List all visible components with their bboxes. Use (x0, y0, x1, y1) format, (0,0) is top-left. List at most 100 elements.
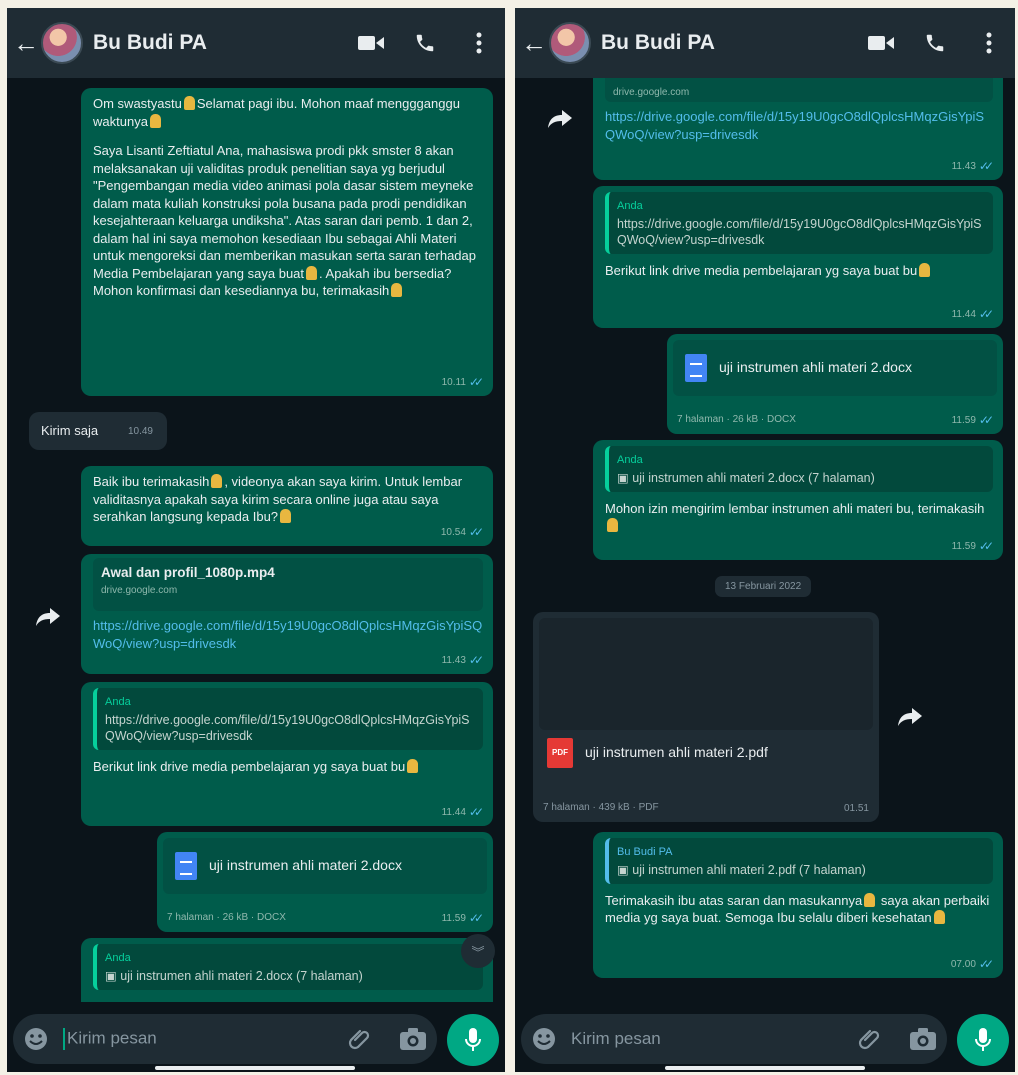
video-camera-icon[interactable] (351, 23, 391, 63)
message-text-part: Berikut link drive media pembelajaran yg… (93, 758, 406, 774)
document-message-bubble[interactable]: PDF uji instrumen ahli materi 2.pdf 7 ha… (533, 612, 879, 822)
time-text: 11.44 (951, 308, 976, 320)
pray-emoji-icon (149, 113, 161, 128)
link-message-bubble[interactable]: drive.google.com https://drive.google.co… (593, 78, 1003, 180)
more-vertical-icon[interactable] (459, 23, 499, 63)
document-attachment[interactable]: uji instrumen ahli materi 2.docx (163, 838, 487, 894)
right-screen: ← Bu Budi PA drive.google.com https://dr… (515, 8, 1015, 1072)
message-time: 10.49 (128, 423, 153, 441)
microphone-icon[interactable] (447, 1014, 499, 1066)
message-input-bar[interactable]: Kirim pesan (521, 1014, 947, 1064)
back-arrow-icon[interactable]: ← (9, 28, 43, 59)
message-time: 11.43 ✓✓ (441, 652, 484, 670)
quoted-sender: Anda (105, 696, 131, 708)
message-text-part: Baik ibu terimakasih (93, 474, 210, 489)
camera-icon[interactable] (399, 1027, 427, 1051)
link-preview[interactable]: drive.google.com (605, 78, 993, 102)
document-meta: 7 halaman · 439 kB · PDF (543, 801, 659, 813)
contact-name[interactable]: Bu Budi PA (601, 31, 861, 55)
read-ticks-icon: ✓✓ (468, 524, 484, 539)
date-separator: 13 Februari 2022 (715, 576, 812, 597)
forward-icon[interactable] (33, 602, 63, 632)
composer: Kirim pesan (7, 1002, 505, 1072)
contact-name[interactable]: Bu Budi PA (93, 31, 351, 55)
time-text: 11.43 (441, 654, 466, 666)
message-bubble[interactable]: Anda https://drive.google.com/file/d/15y… (81, 682, 493, 826)
document-message-bubble[interactable]: uji instrumen ahli materi 2.docx 7 halam… (667, 334, 1003, 434)
quoted-message[interactable]: Anda https://drive.google.com/file/d/15y… (93, 688, 483, 750)
link-preview-domain: drive.google.com (613, 87, 690, 98)
message-list[interactable]: drive.google.com https://drive.google.co… (515, 78, 1015, 1002)
link-preview[interactable]: Awal dan profil_1080p.mp4 drive.google.c… (93, 558, 483, 611)
document-preview[interactable] (539, 618, 873, 730)
quoted-text-value: uji instrumen ahli materi 2.docx (7 hala… (632, 470, 875, 485)
time-text: 10.11 (441, 376, 466, 388)
message-link[interactable]: https://drive.google.com/file/d/15y19U0g… (605, 108, 993, 143)
quoted-message[interactable]: Anda ▣ uji instrumen ahli materi 2.docx … (605, 446, 993, 492)
message-bubble[interactable]: Kirim saja 10.49 (29, 412, 167, 450)
message-bubble[interactable]: Anda ▣ uji instrumen ahli materi 2.docx … (81, 938, 493, 1002)
chevron-double-down-icon[interactable]: ︾ (461, 934, 495, 968)
pray-emoji-icon (407, 758, 419, 773)
message-bubble[interactable]: Anda ▣ uji instrumen ahli materi 2.docx … (593, 440, 1003, 560)
message-text: Mohon konfirmasi dan kesediannya bu, ter… (93, 282, 483, 300)
document-attachment[interactable]: PDF uji instrumen ahli materi 2.pdf (539, 730, 873, 776)
more-vertical-icon[interactable] (969, 23, 1009, 63)
quoted-message[interactable]: Anda ▣ uji instrumen ahli materi 2.docx … (93, 944, 483, 990)
pray-emoji-icon (280, 509, 292, 523)
message-input[interactable]: Kirim pesan (63, 1028, 347, 1050)
pray-emoji-icon (607, 518, 618, 532)
avatar[interactable] (549, 22, 591, 64)
quoted-message[interactable]: Anda https://drive.google.com/file/d/15y… (605, 192, 993, 254)
read-ticks-icon: ✓✓ (978, 538, 994, 553)
forward-icon[interactable] (895, 702, 925, 732)
microphone-icon[interactable] (957, 1014, 1009, 1066)
message-input[interactable]: Kirim pesan (571, 1029, 857, 1049)
emoji-icon[interactable] (531, 1026, 557, 1052)
message-text: Mohon izin mengirim lembar instrumen ahl… (605, 500, 993, 535)
message-bubble[interactable]: Om swastyastu Selamat pagi ibu. Mohon maa… (81, 88, 493, 396)
pray-emoji-icon (919, 262, 931, 277)
quoted-text-value: uji instrumen ahli materi 2.pdf (7 halam… (632, 862, 866, 877)
pray-emoji-icon (306, 265, 318, 280)
link-message-bubble[interactable]: Awal dan profil_1080p.mp4 drive.google.c… (81, 554, 493, 674)
read-ticks-icon: ✓✓ (978, 412, 994, 427)
document-meta: 7 halaman · 26 kB · DOCX (677, 413, 796, 425)
message-bubble[interactable]: Bu Budi PA ▣ uji instrumen ahli materi 2… (593, 832, 1003, 978)
document-attachment[interactable]: uji instrumen ahli materi 2.docx (673, 340, 997, 396)
message-bubble[interactable]: Anda https://drive.google.com/file/d/15y… (593, 186, 1003, 328)
document-icon (175, 852, 197, 880)
link-preview-title: Awal dan profil_1080p.mp4 (101, 565, 275, 580)
message-time: 07.00 ✓✓ (951, 956, 994, 974)
read-ticks-icon: ✓✓ (468, 910, 484, 925)
message-bubble[interactable]: Baik ibu terimakasih, videonya akan saya… (81, 466, 493, 546)
message-list[interactable]: Om swastyastu Selamat pagi ibu. Mohon maa… (7, 78, 505, 1002)
message-time: 11.43 ✓✓ (952, 158, 994, 176)
camera-icon[interactable] (909, 1027, 937, 1051)
paperclip-icon[interactable] (857, 1026, 883, 1052)
back-arrow-icon[interactable]: ← (517, 28, 551, 59)
document-meta: 7 halaman · 26 kB · DOCX (167, 911, 286, 923)
message-link[interactable]: https://drive.google.com/file/d/15y19U0g… (93, 617, 483, 652)
quoted-text: https://drive.google.com/file/d/15y19U0g… (617, 216, 982, 247)
forward-icon[interactable] (545, 104, 575, 134)
message-text-part: Mohon izin mengirim lembar instrumen ahl… (605, 500, 985, 516)
read-ticks-icon: ✓✓ (978, 306, 994, 321)
message-text: Baik ibu terimakasih, videonya akan saya… (93, 473, 483, 526)
document-name: uji instrumen ahli materi 2.docx (209, 857, 402, 874)
pray-emoji-icon (391, 283, 403, 297)
message-time: 10.11 ✓✓ (441, 374, 484, 392)
phone-icon[interactable] (915, 23, 955, 63)
pray-emoji-icon (211, 474, 223, 488)
phone-icon[interactable] (405, 23, 445, 63)
chat-header: ← Bu Budi PA (515, 8, 1015, 78)
document-message-bubble[interactable]: uji instrumen ahli materi 2.docx 7 halam… (157, 832, 493, 932)
quoted-sender: Anda (617, 454, 643, 466)
quoted-message[interactable]: Bu Budi PA ▣ uji instrumen ahli materi 2… (605, 838, 993, 884)
message-text: Berikut link drive media pembelajaran yg… (93, 758, 483, 776)
paperclip-icon[interactable] (347, 1026, 373, 1052)
emoji-icon[interactable] (23, 1026, 49, 1052)
message-input-bar[interactable]: Kirim pesan (13, 1014, 437, 1064)
avatar[interactable] (41, 22, 83, 64)
video-camera-icon[interactable] (861, 23, 901, 63)
